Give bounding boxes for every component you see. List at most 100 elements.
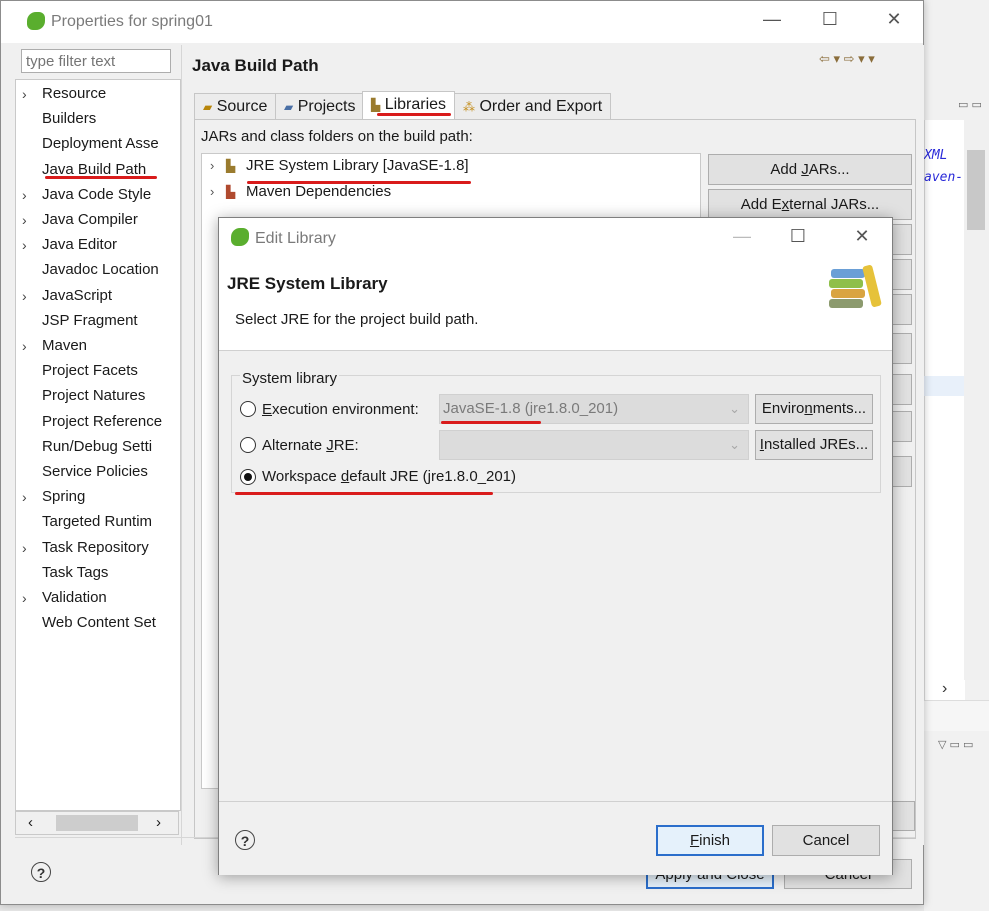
tree-item[interactable]: › Resource <box>16 82 166 106</box>
add-jars-button[interactable]: Add JARs... <box>708 154 912 185</box>
close-icon[interactable]: ✕ <box>871 9 917 30</box>
order-export-icon: ⁂ <box>463 100 475 114</box>
alt-jre-label: Alternate JRE: <box>262 437 359 454</box>
exec-env-radio[interactable] <box>240 401 256 417</box>
chevron-right-icon[interactable]: › <box>22 485 36 509</box>
cancel-button[interactable]: Cancel <box>772 825 880 856</box>
chevron-right-icon[interactable]: › <box>22 536 36 560</box>
tree-item[interactable]: Javadoc Location <box>16 258 166 282</box>
tree-item[interactable]: › Maven <box>16 334 166 358</box>
tree-item[interactable]: Deployment Asse <box>16 132 166 156</box>
scroll-right-icon[interactable]: › <box>156 814 161 831</box>
chevron-right-icon[interactable]: › <box>22 334 36 358</box>
minimize-icon[interactable]: — <box>719 226 765 247</box>
tree-item-label: Project Facets <box>42 362 138 380</box>
libraries-icon: ▙ <box>371 98 381 112</box>
tree-item[interactable]: › JavaScript <box>16 284 166 308</box>
tree-item-label: Resource <box>42 85 107 102</box>
eclipse-leaf-icon <box>27 12 45 30</box>
ide-text-fragment-xml: XML <box>924 148 948 163</box>
minimize-icon[interactable]: — <box>749 9 795 30</box>
chevron-right-icon[interactable]: › <box>22 233 36 257</box>
chevron-down-icon[interactable]: ⌄ <box>729 395 740 423</box>
alt-jre-combo[interactable]: ⌄ <box>439 430 749 460</box>
tree-item[interactable]: › Task Repository <box>16 536 166 560</box>
ide-selected-line <box>924 376 964 396</box>
tree-item[interactable]: Service Policies <box>16 460 166 484</box>
ide-minimize-icon[interactable]: ▭ ▭ <box>958 98 982 111</box>
ide-scroll-thumb[interactable] <box>967 150 985 230</box>
tree-item[interactable]: › Java Compiler <box>16 208 166 232</box>
tree-item-label: JavaScript <box>42 286 113 304</box>
filter-input[interactable] <box>21 49 171 73</box>
annotation-underline-exec-env <box>441 421 541 424</box>
finish-button[interactable]: Finish <box>656 825 764 856</box>
tree-item[interactable]: › Java Code Style <box>16 183 166 207</box>
library-icon: ▙ <box>226 159 236 173</box>
scroll-thumb[interactable] <box>56 815 138 831</box>
tree-item[interactable]: JSP Fragment <box>16 309 166 333</box>
tree-item-label: JSP Fragment <box>42 311 138 329</box>
close-icon[interactable]: ✕ <box>839 226 885 247</box>
books-icon <box>827 263 883 313</box>
tree-item-label: Java Editor <box>42 236 118 254</box>
alt-jre-radio[interactable] <box>240 437 256 453</box>
chevron-right-icon[interactable]: › <box>210 154 214 178</box>
ide-bottom-panel <box>924 700 989 731</box>
tree-item-label: Deployment Asse <box>42 135 159 153</box>
exec-env-combo[interactable]: JavaSE-1.8 (jre1.8.0_201) ⌄ <box>439 394 749 424</box>
history-nav-icons[interactable]: ⇦ ▾ ⇨ ▾ ▾ <box>819 51 875 67</box>
chevron-right-icon[interactable]: › <box>22 208 36 232</box>
chevron-right-icon[interactable]: › <box>22 586 36 610</box>
help-icon[interactable]: ? <box>235 830 255 850</box>
tab-order-export[interactable]: ⁂ Order and Export <box>454 93 612 120</box>
tab-projects[interactable]: ▰ Projects <box>275 93 365 120</box>
help-icon[interactable]: ? <box>31 862 51 882</box>
ide-panel-icons[interactable]: ▽ ▭ ▭ <box>938 738 973 751</box>
tree-item[interactable]: › Validation <box>16 586 166 610</box>
environments-button[interactable]: Environments... <box>755 394 873 424</box>
maximize-icon[interactable]: ☐ <box>807 9 853 30</box>
tree-item-label: Run/Debug Setti <box>42 437 153 455</box>
workspace-default-radio[interactable] <box>240 469 256 485</box>
jars-label: JARs and class folders on the build path… <box>201 128 473 145</box>
tree-item[interactable]: Task Tags <box>16 561 166 585</box>
chevron-down-icon[interactable]: ⌄ <box>729 431 740 459</box>
tree-item[interactable]: Project Facets <box>16 359 166 383</box>
chevron-right-icon[interactable]: › <box>22 284 36 308</box>
tree-item[interactable]: Web Content Set <box>16 611 166 635</box>
tree-item[interactable]: Builders <box>16 107 166 131</box>
tree-item-label: Validation <box>42 589 107 606</box>
projects-icon: ▰ <box>284 100 294 114</box>
list-item-label: JRE System Library [JavaSE-1.8] <box>246 157 469 174</box>
page-title: Java Build Path <box>192 56 319 75</box>
tree-item-label: Java Code Style <box>42 185 152 203</box>
tree-item[interactable]: Project Reference <box>16 410 166 434</box>
tree-item[interactable]: › Java Editor <box>16 233 166 257</box>
scroll-left-icon[interactable]: ‹ <box>28 814 33 831</box>
tree-item-label: Web Content Set <box>42 614 156 632</box>
list-item-jre[interactable]: › ▙ JRE System Library [JavaSE-1.8] <box>204 154 504 178</box>
chevron-right-icon[interactable]: › <box>210 180 214 204</box>
edit-dialog-header: Edit Library — ☐ ✕ JRE System Library Se… <box>219 218 892 351</box>
annotation-underline-jre-library <box>247 181 471 184</box>
tree-item[interactable]: › Spring <box>16 485 166 509</box>
maximize-icon[interactable]: ☐ <box>775 226 821 247</box>
chevron-right-icon[interactable]: › <box>22 82 36 106</box>
workspace-default-label[interactable]: Workspace default JRE (jre1.8.0_201) <box>262 468 516 485</box>
add-external-jars-button[interactable]: Add External JARs... <box>708 189 912 220</box>
property-tree: › Resource Builders Deployment Asse Java Bui… <box>15 79 181 811</box>
ide-text-fragment-maven: aven- <box>924 170 964 185</box>
group-label: System library <box>240 370 340 387</box>
library-icon: ▙ <box>226 185 236 199</box>
tree-item[interactable]: Targeted Runtim <box>16 510 166 534</box>
tab-source[interactable]: ▰ Source <box>194 93 277 120</box>
ide-chevron-right-icon[interactable]: › <box>942 680 947 698</box>
tree-horizontal-scrollbar[interactable]: ‹ › <box>15 811 179 835</box>
tree-item-label: Java Compiler <box>42 211 138 228</box>
tree-item[interactable]: Run/Debug Setti <box>16 435 166 459</box>
chevron-right-icon[interactable]: › <box>22 183 36 207</box>
edit-dialog-title: Edit Library <box>255 230 336 247</box>
tree-item[interactable]: Project Natures <box>16 384 166 408</box>
installed-jres-button[interactable]: Installed JREs... <box>755 430 873 460</box>
